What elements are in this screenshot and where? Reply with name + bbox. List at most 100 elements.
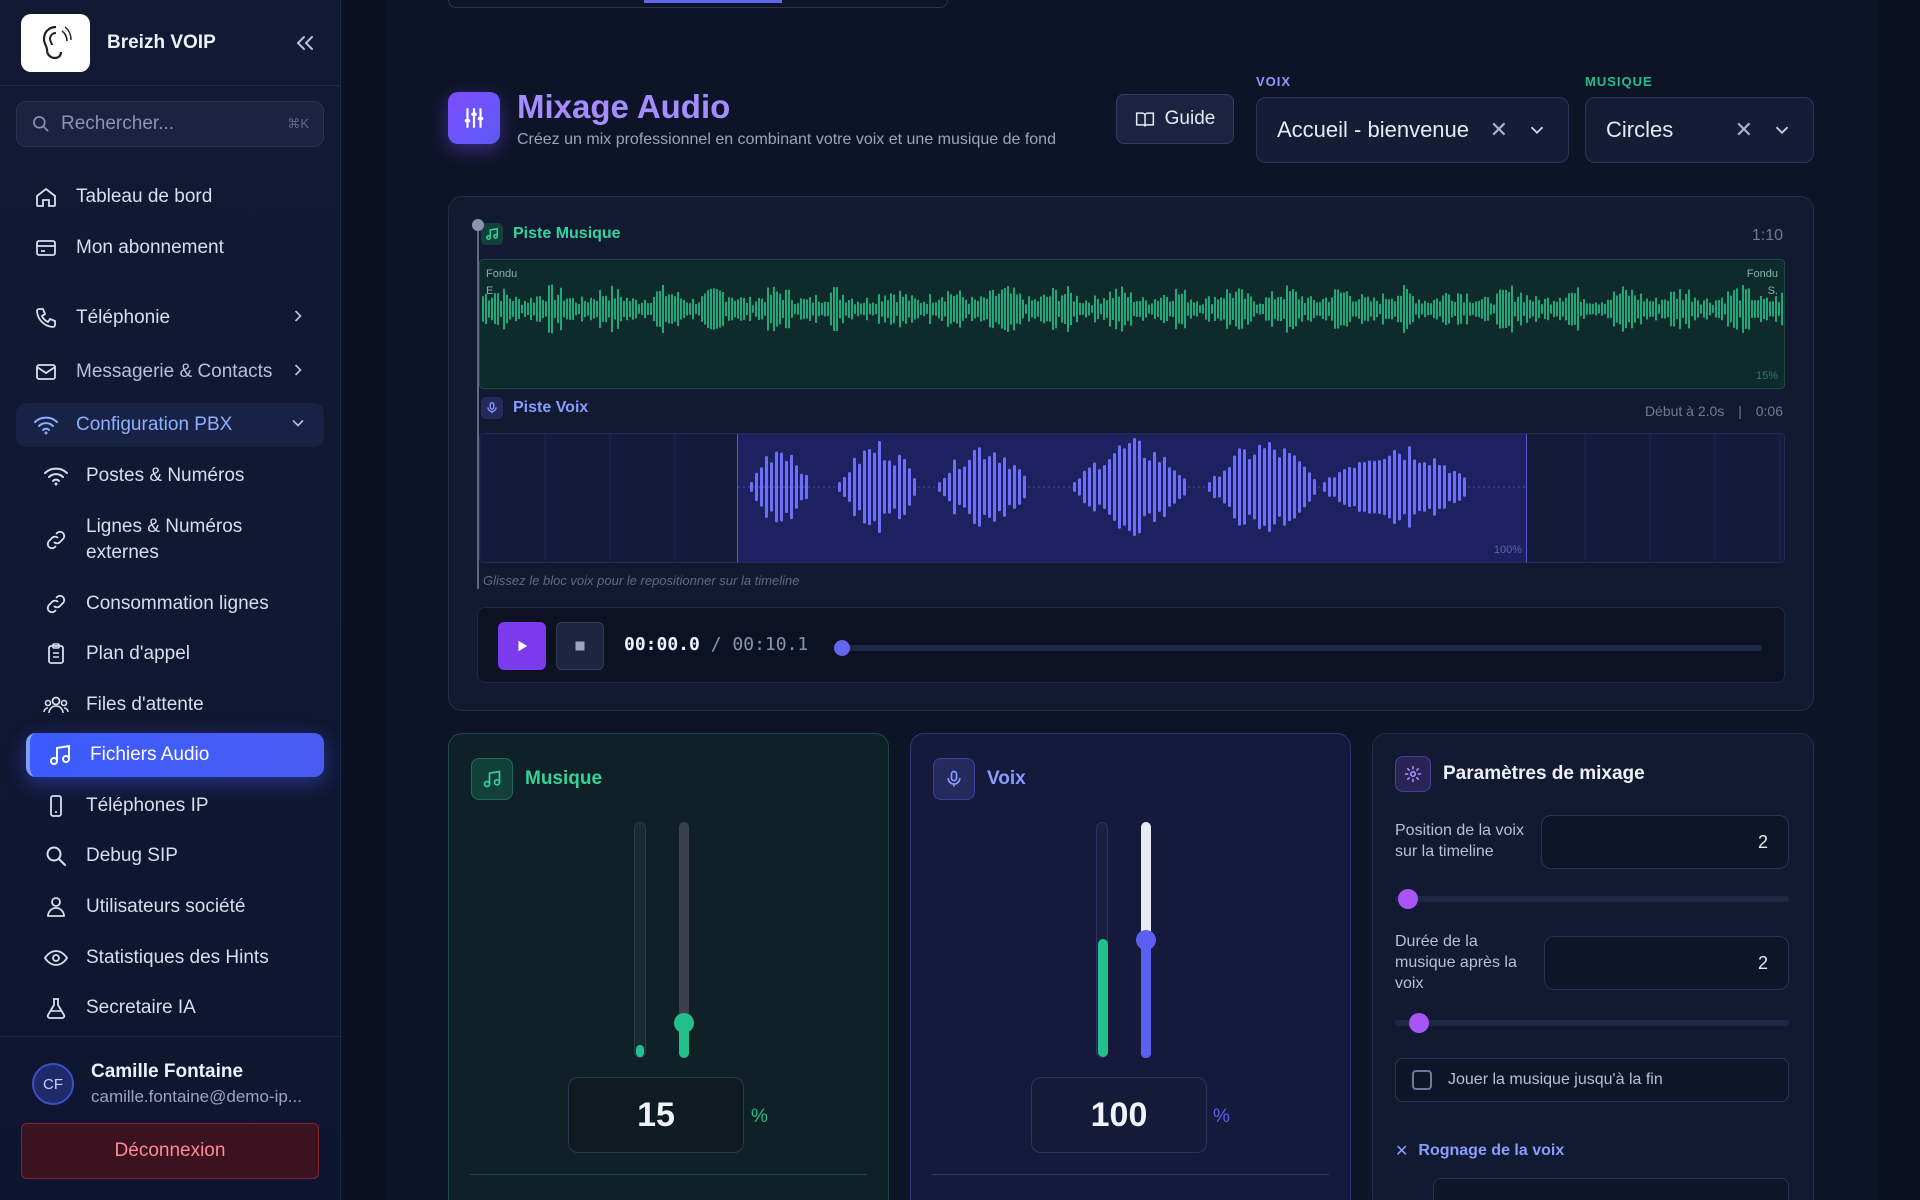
music-wave-bar	[1394, 301, 1396, 317]
logout-button[interactable]: Déconnexion	[21, 1123, 319, 1179]
music-wave-bar	[782, 300, 784, 318]
divider	[470, 1174, 867, 1175]
music-tail-slider[interactable]	[1395, 1020, 1789, 1026]
sidebar-item-pbx-config[interactable]: Configuration PBX	[16, 403, 324, 447]
music-wave-bar	[1352, 301, 1354, 317]
music-wave-bar	[962, 297, 964, 321]
music-wave-bar	[710, 288, 712, 330]
play-until-end-row[interactable]: Jouer la musique jusqu'à la fin	[1395, 1058, 1789, 1102]
voice-wave-bar	[1438, 464, 1441, 510]
sidebar-item-extensions[interactable]: Postes & Numéros	[26, 454, 324, 498]
music-wave-bar	[578, 303, 580, 315]
avatar[interactable]: CF	[32, 1063, 74, 1105]
music-wave-bar	[596, 300, 598, 318]
music-wave-bar	[1400, 295, 1402, 323]
music-wave-bar	[1757, 300, 1759, 318]
stop-button[interactable]	[556, 622, 604, 670]
users-icon	[42, 691, 70, 719]
music-wave-bar	[1754, 300, 1756, 318]
music-wave-bar	[1049, 296, 1051, 322]
music-wave-bar	[902, 296, 904, 322]
music-wave-bar	[1130, 292, 1132, 326]
music-wave-bar	[911, 295, 913, 323]
link-icon	[42, 590, 70, 618]
music-wave-bar	[590, 297, 592, 321]
music-select[interactable]: Circles ✕	[1585, 97, 1814, 163]
sidebar-item-label: Configuration PBX	[76, 414, 233, 435]
play-until-end-checkbox[interactable]	[1412, 1070, 1432, 1090]
sidebar-item-dial-plan[interactable]: Plan d'appel	[26, 632, 324, 676]
play-button[interactable]	[498, 622, 546, 670]
music-tail-handle[interactable]	[1409, 1013, 1429, 1033]
music-wave-bar	[1172, 300, 1174, 318]
music-wave-bar	[644, 299, 646, 319]
voice-position-slider[interactable]	[1395, 896, 1789, 902]
music-wave-bar	[1598, 304, 1600, 314]
music-wave-bar	[914, 298, 916, 320]
music-wave-bar	[953, 296, 955, 322]
music-wave-bar	[707, 290, 709, 328]
music-wave-bar	[869, 303, 871, 315]
phone-icon	[32, 304, 60, 332]
music-wave-bar	[1310, 296, 1312, 322]
seek-handle[interactable]	[834, 640, 850, 656]
voice-position-input[interactable]: 2	[1541, 815, 1789, 869]
guide-button[interactable]: Guide	[1116, 94, 1234, 144]
music-fader-handle[interactable]	[674, 1012, 694, 1033]
sidebar-item-line-usage[interactable]: Consommation lignes	[26, 582, 324, 626]
music-volume-input[interactable]: 15	[568, 1077, 744, 1153]
divider	[932, 1174, 1329, 1175]
music-volume-unit: %	[751, 1106, 768, 1127]
playhead[interactable]	[477, 225, 479, 589]
playhead-handle[interactable]	[472, 219, 484, 231]
seek-bar[interactable]	[842, 645, 1762, 651]
music-wave-bar	[1235, 291, 1237, 327]
sidebar-item-hints-stats[interactable]: Statistiques des Hints	[26, 936, 324, 980]
voice-fader-handle[interactable]	[1136, 930, 1156, 950]
music-wave-bar	[1163, 294, 1165, 324]
sidebar-item-ai-secretary[interactable]: Secretaire IA	[26, 986, 324, 1030]
music-wave-bar	[530, 297, 532, 321]
music-wave-bar	[758, 298, 760, 320]
sidebar-item-subscription[interactable]: Mon abonnement	[26, 226, 324, 270]
voice-wave-bar	[1213, 475, 1216, 499]
music-wave-bar	[1190, 299, 1192, 319]
voice-select[interactable]: Accueil - bienvenue ✕	[1256, 97, 1569, 163]
brand[interactable]: Breizh VOIP	[21, 14, 321, 72]
voice-wave-bar	[1313, 479, 1316, 495]
music-duration: 1:10	[1751, 227, 1783, 244]
music-wave-bar	[620, 296, 622, 322]
music-wave-bar	[1220, 297, 1222, 321]
music-wave-bar	[1082, 303, 1084, 315]
collapse-sidebar-button[interactable]	[290, 28, 320, 58]
sidebar-item-audio-files[interactable]: Fichiers Audio	[26, 733, 324, 777]
user-group-icon	[42, 893, 70, 921]
voice-position-handle[interactable]	[1398, 889, 1418, 909]
music-tail-input[interactable]: 2	[1544, 936, 1789, 990]
music-wave-bar	[1412, 295, 1414, 323]
clipboard-icon	[42, 640, 70, 668]
sidebar-item-company-users[interactable]: Utilisateurs société	[26, 885, 324, 929]
search-input[interactable]	[61, 113, 271, 135]
sidebar-item-external-lines[interactable]: Lignes & Numéros externes	[26, 512, 324, 568]
sidebar-item-telephony[interactable]: Téléphonie	[26, 296, 324, 340]
sidebar-item-queues[interactable]: Files d'attente	[26, 683, 324, 727]
sidebar-item-ip-phones[interactable]: Téléphones IP	[26, 784, 324, 828]
search-box[interactable]: ⌘K	[16, 101, 324, 147]
music-wave-bar	[1688, 289, 1690, 329]
microphone-icon	[481, 397, 503, 419]
music-wave-bar	[803, 299, 805, 319]
music-wave-bar	[1418, 299, 1420, 319]
clear-voice-icon[interactable]: ✕	[1490, 117, 1508, 143]
clear-music-icon[interactable]: ✕	[1735, 117, 1753, 143]
voice-trim-toggle[interactable]: ✕ Rognage de la voix	[1395, 1141, 1564, 1161]
voice-block[interactable]: 100%	[737, 434, 1528, 562]
voice-volume-input[interactable]: 100	[1031, 1077, 1207, 1153]
sidebar-item-debug-sip[interactable]: Debug SIP	[26, 834, 324, 878]
time-separator: /	[710, 634, 722, 655]
sidebar-item-dashboard[interactable]: Tableau de bord	[26, 175, 324, 219]
music-wave-bar	[1625, 289, 1627, 329]
sidebar-item-messaging[interactable]: Messagerie & Contacts	[26, 350, 324, 394]
voice-wave-bar	[1133, 437, 1136, 537]
music-waveform[interactable]: Fondu E. Fondu S. 15%	[479, 259, 1785, 389]
